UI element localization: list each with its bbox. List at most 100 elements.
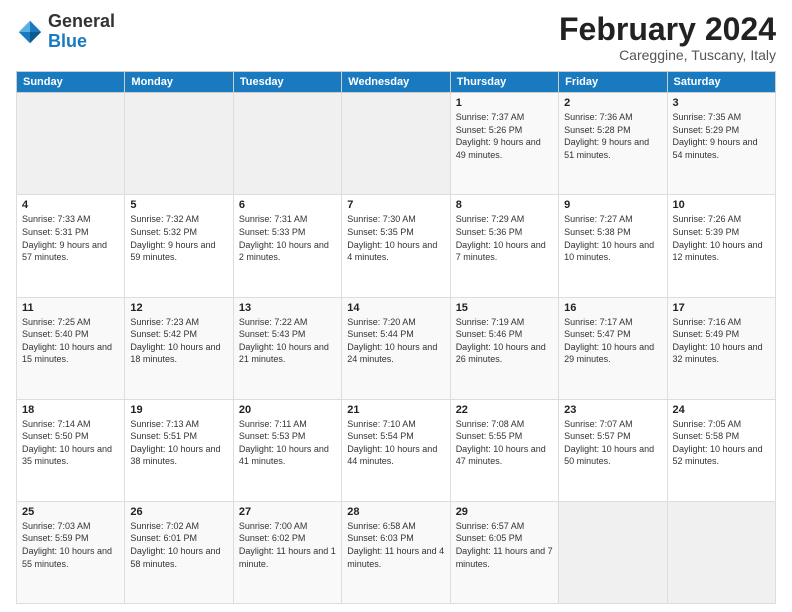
- subtitle: Careggine, Tuscany, Italy: [559, 47, 776, 63]
- day-info: Sunrise: 7:35 AM Sunset: 5:29 PM Dayligh…: [673, 111, 770, 161]
- day-number: 23: [564, 404, 661, 416]
- day-info: Sunrise: 7:31 AM Sunset: 5:33 PM Dayligh…: [239, 213, 336, 263]
- calendar-cell: 21 Sunrise: 7:10 AM Sunset: 5:54 PM Dayli…: [342, 399, 450, 501]
- day-number: 25: [22, 506, 119, 518]
- calendar-cell: 23 Sunrise: 7:07 AM Sunset: 5:57 PM Dayli…: [559, 399, 667, 501]
- day-number: 24: [673, 404, 770, 416]
- day-info: Sunrise: 7:03 AM Sunset: 5:59 PM Dayligh…: [22, 520, 119, 570]
- day-info: Sunrise: 7:29 AM Sunset: 5:36 PM Dayligh…: [456, 213, 553, 263]
- day-info: Sunrise: 7:14 AM Sunset: 5:50 PM Dayligh…: [22, 418, 119, 468]
- calendar-header: SundayMondayTuesdayWednesdayThursdayFrid…: [17, 72, 776, 93]
- page: General Blue February 2024 Careggine, Tu…: [0, 0, 792, 612]
- day-number: 28: [347, 506, 444, 518]
- calendar-cell: 29Sunrise: 6:57 AM Sunset: 6:05 PM Dayli…: [450, 501, 558, 603]
- calendar-cell: [125, 93, 233, 195]
- day-number: 1: [456, 97, 553, 109]
- weekday-header-sunday: Sunday: [17, 72, 125, 93]
- calendar-cell: 16 Sunrise: 7:17 AM Sunset: 5:47 PM Dayli…: [559, 297, 667, 399]
- calendar-cell: 1 Sunrise: 7:37 AM Sunset: 5:26 PM Daylig…: [450, 93, 558, 195]
- calendar-cell: [17, 93, 125, 195]
- title-block: February 2024 Careggine, Tuscany, Italy: [559, 12, 776, 63]
- day-info: Sunrise: 7:25 AM Sunset: 5:40 PM Dayligh…: [22, 316, 119, 366]
- calendar-table: SundayMondayTuesdayWednesdayThursdayFrid…: [16, 71, 776, 604]
- day-info: Sunrise: 7:30 AM Sunset: 5:35 PM Dayligh…: [347, 213, 444, 263]
- calendar-cell: 12Sunrise: 7:23 AM Sunset: 5:42 PM Dayli…: [125, 297, 233, 399]
- calendar-cell: 19 Sunrise: 7:13 AM Sunset: 5:51 PM Dayli…: [125, 399, 233, 501]
- calendar-cell: 22Sunrise: 7:08 AM Sunset: 5:55 PM Dayli…: [450, 399, 558, 501]
- calendar-cell: 20 Sunrise: 7:11 AM Sunset: 5:53 PM Dayli…: [233, 399, 341, 501]
- calendar-cell: [667, 501, 775, 603]
- calendar-cell: 13 Sunrise: 7:22 AM Sunset: 5:43 PM Dayli…: [233, 297, 341, 399]
- calendar-week-3: 18 Sunrise: 7:14 AM Sunset: 5:50 PM Dayli…: [17, 399, 776, 501]
- calendar-week-2: 11 Sunrise: 7:25 AM Sunset: 5:40 PM Dayli…: [17, 297, 776, 399]
- day-info: Sunrise: 7:37 AM Sunset: 5:26 PM Dayligh…: [456, 111, 553, 161]
- day-info: Sunrise: 7:17 AM Sunset: 5:47 PM Dayligh…: [564, 316, 661, 366]
- main-title: February 2024: [559, 12, 776, 47]
- day-info: Sunrise: 7:33 AM Sunset: 5:31 PM Dayligh…: [22, 213, 119, 263]
- day-number: 10: [673, 199, 770, 211]
- day-info: Sunrise: 7:00 AM Sunset: 6:02 PM Dayligh…: [239, 520, 336, 570]
- calendar-cell: [342, 93, 450, 195]
- calendar-cell: [559, 501, 667, 603]
- day-number: 17: [673, 302, 770, 314]
- logo-blue: Blue: [48, 31, 87, 51]
- calendar-cell: 17 Sunrise: 7:16 AM Sunset: 5:49 PM Dayli…: [667, 297, 775, 399]
- calendar-cell: 4 Sunrise: 7:33 AM Sunset: 5:31 PM Daylig…: [17, 195, 125, 297]
- day-info: Sunrise: 7:36 AM Sunset: 5:28 PM Dayligh…: [564, 111, 661, 161]
- calendar-cell: 8Sunrise: 7:29 AM Sunset: 5:36 PM Daylig…: [450, 195, 558, 297]
- day-info: Sunrise: 7:10 AM Sunset: 5:54 PM Dayligh…: [347, 418, 444, 468]
- day-info: Sunrise: 7:22 AM Sunset: 5:43 PM Dayligh…: [239, 316, 336, 366]
- day-info: Sunrise: 7:20 AM Sunset: 5:44 PM Dayligh…: [347, 316, 444, 366]
- calendar-cell: 18 Sunrise: 7:14 AM Sunset: 5:50 PM Dayli…: [17, 399, 125, 501]
- day-number: 2: [564, 97, 661, 109]
- day-info: Sunrise: 7:07 AM Sunset: 5:57 PM Dayligh…: [564, 418, 661, 468]
- day-number: 6: [239, 199, 336, 211]
- day-number: 5: [130, 199, 227, 211]
- day-info: Sunrise: 7:23 AM Sunset: 5:42 PM Dayligh…: [130, 316, 227, 366]
- day-number: 19: [130, 404, 227, 416]
- calendar-cell: [233, 93, 341, 195]
- day-info: Sunrise: 7:11 AM Sunset: 5:53 PM Dayligh…: [239, 418, 336, 468]
- day-number: 15: [456, 302, 553, 314]
- day-number: 13: [239, 302, 336, 314]
- day-info: Sunrise: 7:02 AM Sunset: 6:01 PM Dayligh…: [130, 520, 227, 570]
- day-number: 20: [239, 404, 336, 416]
- day-info: Sunrise: 7:13 AM Sunset: 5:51 PM Dayligh…: [130, 418, 227, 468]
- calendar-cell: 28 Sunrise: 6:58 AM Sunset: 6:03 PM Dayli…: [342, 501, 450, 603]
- weekday-header-row: SundayMondayTuesdayWednesdayThursdayFrid…: [17, 72, 776, 93]
- logo-general: General: [48, 11, 115, 31]
- calendar-cell: 3 Sunrise: 7:35 AM Sunset: 5:29 PM Daylig…: [667, 93, 775, 195]
- calendar-cell: 15 Sunrise: 7:19 AM Sunset: 5:46 PM Dayli…: [450, 297, 558, 399]
- weekday-header-monday: Monday: [125, 72, 233, 93]
- weekday-header-wednesday: Wednesday: [342, 72, 450, 93]
- logo: General Blue: [16, 12, 115, 52]
- day-info: Sunrise: 7:19 AM Sunset: 5:46 PM Dayligh…: [456, 316, 553, 366]
- day-info: Sunrise: 7:32 AM Sunset: 5:32 PM Dayligh…: [130, 213, 227, 263]
- calendar-cell: 14 Sunrise: 7:20 AM Sunset: 5:44 PM Dayli…: [342, 297, 450, 399]
- day-info: Sunrise: 7:16 AM Sunset: 5:49 PM Dayligh…: [673, 316, 770, 366]
- calendar-week-1: 4 Sunrise: 7:33 AM Sunset: 5:31 PM Daylig…: [17, 195, 776, 297]
- day-number: 3: [673, 97, 770, 109]
- calendar-cell: 25 Sunrise: 7:03 AM Sunset: 5:59 PM Dayli…: [17, 501, 125, 603]
- logo-text: General Blue: [48, 12, 115, 52]
- day-info: Sunrise: 7:26 AM Sunset: 5:39 PM Dayligh…: [673, 213, 770, 263]
- calendar-body: 1 Sunrise: 7:37 AM Sunset: 5:26 PM Daylig…: [17, 93, 776, 604]
- day-number: 18: [22, 404, 119, 416]
- day-number: 11: [22, 302, 119, 314]
- weekday-header-friday: Friday: [559, 72, 667, 93]
- calendar-week-4: 25 Sunrise: 7:03 AM Sunset: 5:59 PM Dayli…: [17, 501, 776, 603]
- day-number: 4: [22, 199, 119, 211]
- weekday-header-tuesday: Tuesday: [233, 72, 341, 93]
- day-info: Sunrise: 6:57 AM Sunset: 6:05 PM Dayligh…: [456, 520, 553, 570]
- day-number: 16: [564, 302, 661, 314]
- calendar-cell: 27Sunrise: 7:00 AM Sunset: 6:02 PM Dayli…: [233, 501, 341, 603]
- day-number: 7: [347, 199, 444, 211]
- logo-icon: [16, 18, 44, 46]
- day-number: 14: [347, 302, 444, 314]
- day-number: 21: [347, 404, 444, 416]
- calendar-cell: 2 Sunrise: 7:36 AM Sunset: 5:28 PM Daylig…: [559, 93, 667, 195]
- calendar-cell: 11 Sunrise: 7:25 AM Sunset: 5:40 PM Dayli…: [17, 297, 125, 399]
- weekday-header-thursday: Thursday: [450, 72, 558, 93]
- header: General Blue February 2024 Careggine, Tu…: [16, 12, 776, 63]
- day-info: Sunrise: 6:58 AM Sunset: 6:03 PM Dayligh…: [347, 520, 444, 570]
